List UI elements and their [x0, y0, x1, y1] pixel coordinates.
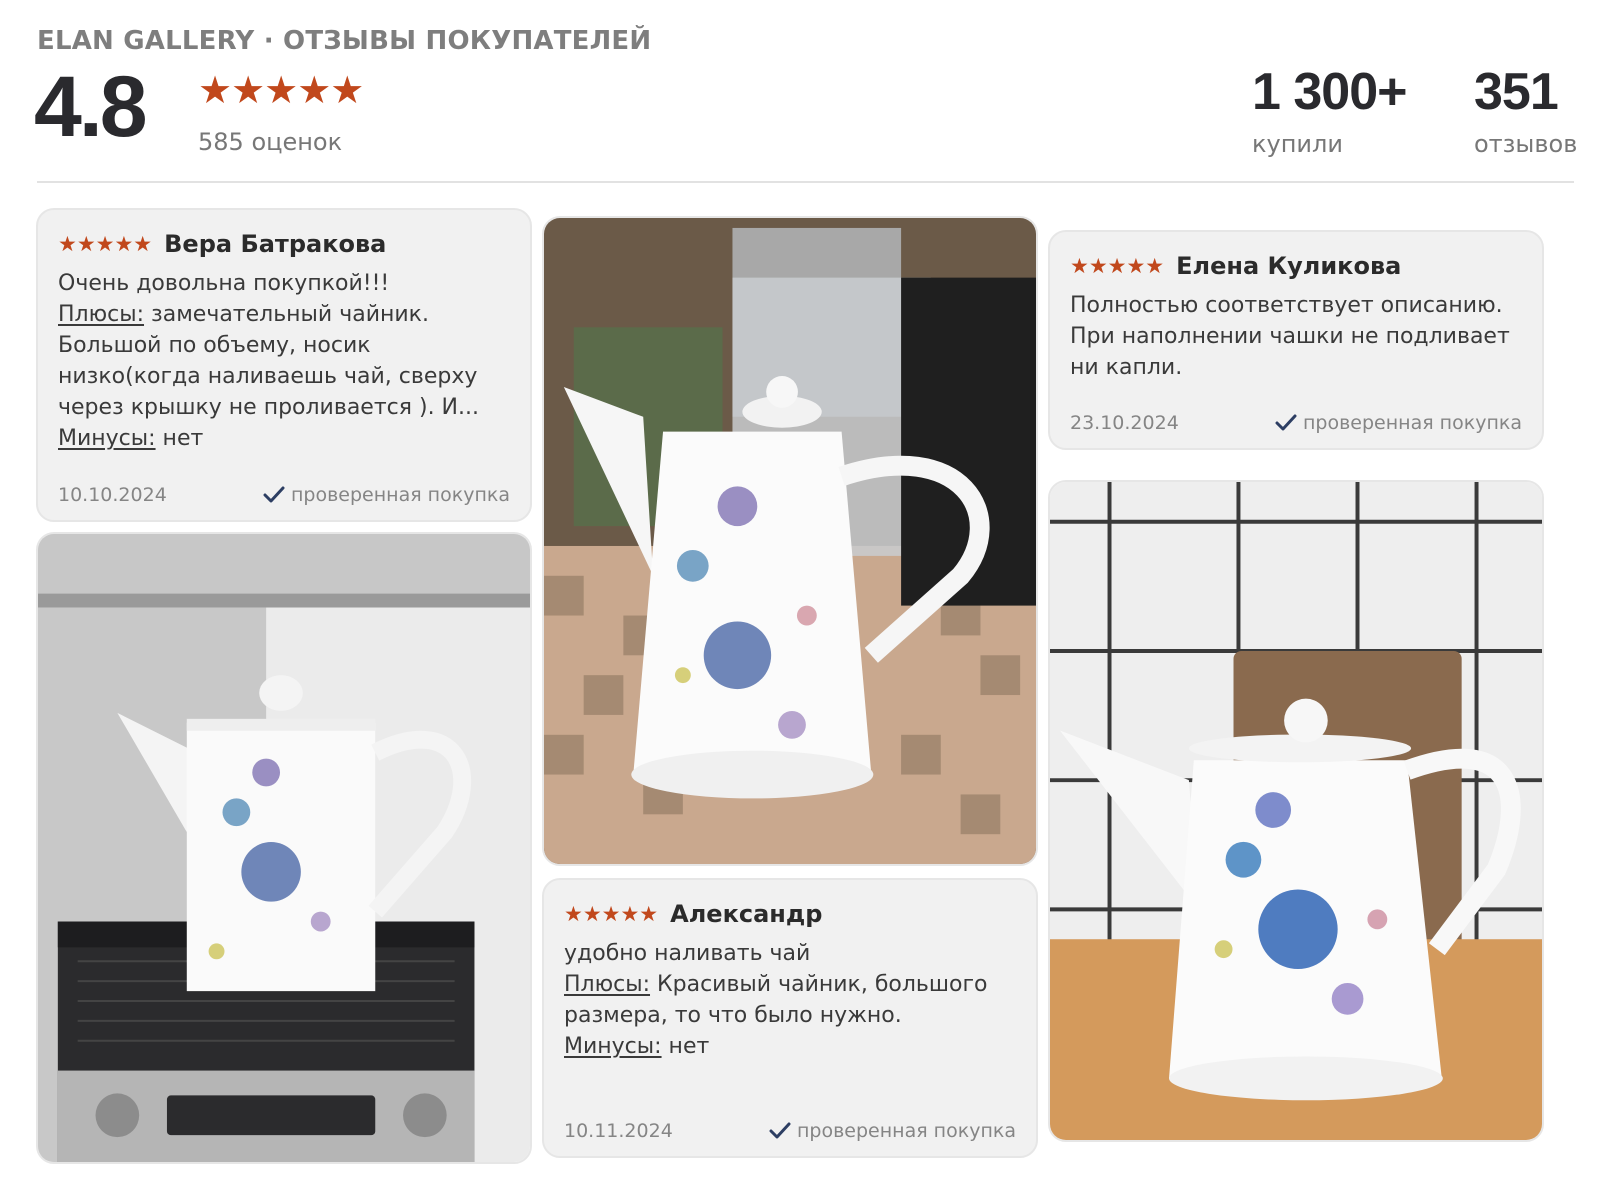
review-photo[interactable] — [36, 532, 532, 1164]
review-header: ★★★★★ Александр — [564, 900, 822, 928]
teapot-photo-icon — [544, 218, 1036, 864]
review-text: удобно наливать чай Плюсы: Красивый чайн… — [564, 938, 1018, 1062]
review-stars: ★★★★★ — [58, 232, 153, 256]
review-date: 10.10.2024 — [58, 484, 167, 506]
review-photo[interactable] — [542, 216, 1038, 866]
check-icon — [1275, 414, 1297, 431]
review-author: Александр — [670, 900, 823, 928]
review-stars: ★★★★★ — [564, 902, 659, 926]
bought-label: купили — [1252, 130, 1343, 158]
rating-count: 585 оценок — [198, 128, 343, 156]
review-text: Полностью соответствует описанию. При на… — [1070, 290, 1524, 383]
teapot-photo-icon — [1050, 482, 1542, 1140]
review-date: 10.11.2024 — [564, 1120, 673, 1142]
pros-label: Плюсы: — [58, 302, 145, 327]
cons-text: нет — [661, 1034, 710, 1059]
verified-label: проверенная покупка — [1302, 412, 1522, 434]
review-card[interactable]: ★★★★★ Елена Куликова Полностью соответст… — [1048, 230, 1544, 450]
check-icon — [263, 486, 285, 503]
verified-badge: проверенная покупка — [769, 1120, 1016, 1142]
review-text: Очень довольна покупкой!!! Плюсы: замеча… — [58, 268, 512, 454]
review-summary: удобно наливать чай — [564, 941, 811, 966]
reviews-value: 351 — [1474, 63, 1559, 121]
review-author: Вера Батракова — [164, 230, 387, 258]
review-author: Елена Куликова — [1176, 252, 1402, 280]
verified-badge: проверенная покупка — [263, 484, 510, 506]
review-header: ★★★★★ Елена Куликова — [1070, 252, 1401, 280]
bought-value: 1 300+ — [1252, 63, 1407, 121]
review-summary: Очень довольна покупкой!!! — [58, 271, 390, 296]
check-icon — [769, 1122, 791, 1139]
bought-stat: 1 300+ купили — [1252, 62, 1407, 158]
review-header: ★★★★★ Вера Батракова — [58, 230, 386, 258]
review-date: 23.10.2024 — [1070, 412, 1179, 434]
review-photo[interactable] — [1048, 480, 1544, 1142]
verified-label: проверенная покупка — [290, 484, 510, 506]
verified-label: проверенная покупка — [796, 1120, 1016, 1142]
review-card[interactable]: ★★★★★ Вера Батракова Очень довольна поку… — [36, 208, 532, 522]
cons-label: Минусы: — [564, 1034, 662, 1059]
average-rating: 4.8 — [34, 59, 148, 155]
review-stars: ★★★★★ — [1070, 254, 1165, 278]
cons-label: Минусы: — [58, 426, 156, 451]
rating-stars: ★★★★★ — [198, 68, 364, 112]
reviews-label: отзывов — [1474, 130, 1578, 158]
review-summary: Полностью соответствует описанию. При на… — [1070, 293, 1510, 380]
pros-label: Плюсы: — [564, 972, 651, 997]
cons-text: нет — [155, 426, 204, 451]
review-card[interactable]: ★★★★★ Александр удобно наливать чай Плюс… — [542, 878, 1038, 1158]
reviews-stat: 351 отзывов — [1474, 62, 1577, 158]
verified-badge: проверенная покупка — [1275, 412, 1522, 434]
teapot-photo-icon — [38, 534, 530, 1162]
brand-title: ELAN GALLERY · ОТЗЫВЫ ПОКУПАТЕЛЕЙ — [37, 26, 652, 56]
header-divider — [37, 181, 1574, 183]
